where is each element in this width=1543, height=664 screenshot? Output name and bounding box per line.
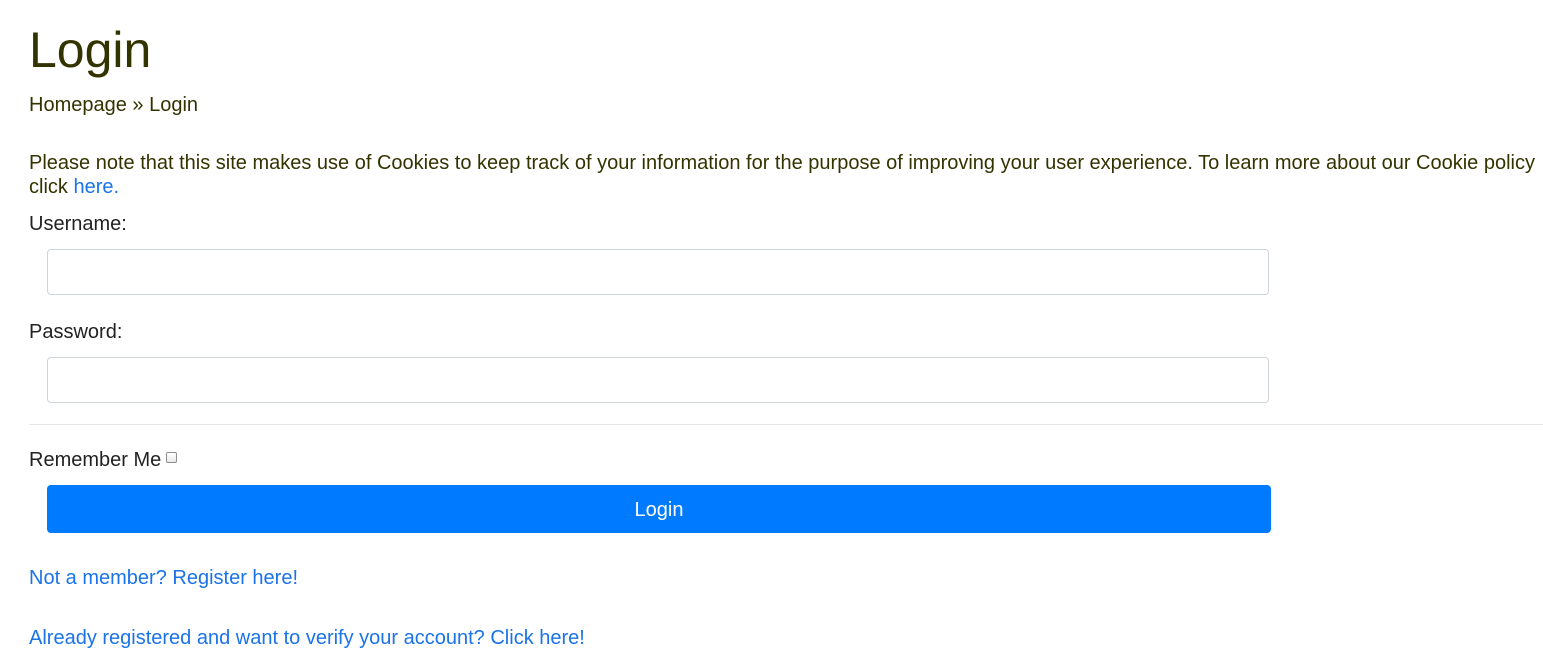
breadcrumb: Homepage » Login: [29, 93, 198, 117]
verify-account-link[interactable]: Already registered and want to verify yo…: [29, 626, 585, 650]
register-link[interactable]: Not a member? Register here!: [29, 566, 298, 590]
breadcrumb-separator: »: [126, 94, 150, 116]
breadcrumb-current: Login: [149, 94, 199, 116]
login-button[interactable]: Login: [47, 485, 1271, 533]
breadcrumb-home[interactable]: Homepage: [29, 94, 127, 116]
password-label: Password:: [29, 321, 123, 343]
password-input[interactable]: [47, 357, 1269, 403]
remember-me-checkbox[interactable]: [166, 452, 178, 463]
cookie-notice-text: Please note that this site makes use of …: [29, 152, 1535, 198]
username-input[interactable]: [47, 249, 1269, 295]
username-label: Username:: [29, 213, 127, 235]
remember-me-label: Remember Me: [29, 449, 162, 471]
page-title: Login: [29, 22, 152, 78]
remember-me-row: Remember Me: [29, 448, 178, 472]
cookie-notice: Please note that this site makes use of …: [29, 151, 1541, 199]
form-divider: [29, 424, 1543, 425]
cookie-policy-link[interactable]: here.: [73, 176, 119, 198]
